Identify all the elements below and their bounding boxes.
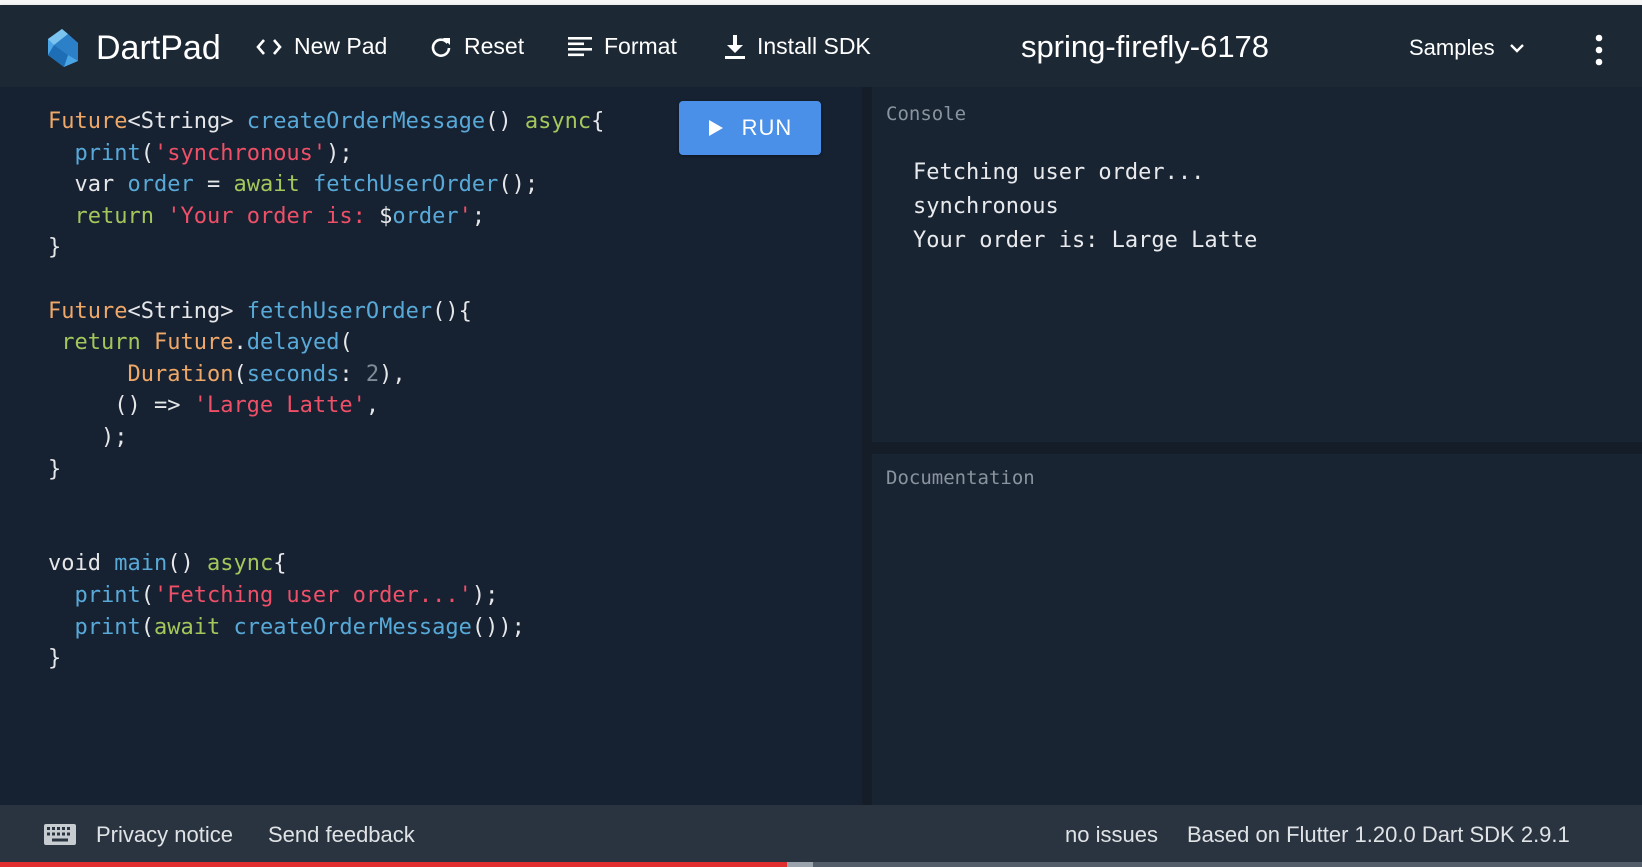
download-icon [725, 34, 745, 59]
code-line: void main() async{ [48, 551, 287, 577]
code-line: print(await createOrderMessage()); [74, 614, 525, 640]
code-line: ); [48, 424, 128, 450]
play-icon [708, 120, 723, 136]
console-line: synchronous [913, 194, 1059, 219]
privacy-notice-link[interactable]: Privacy notice [96, 822, 233, 848]
status-footer: Privacy notice Send feedback no issues B… [0, 805, 1642, 862]
samples-dropdown[interactable]: Samples [1409, 35, 1525, 61]
vertical-splitter[interactable] [862, 87, 872, 805]
documentation-pane [872, 454, 1642, 805]
code-line: } [48, 646, 62, 672]
keyboard-icon[interactable] [44, 824, 76, 845]
video-progress-bar[interactable] [0, 862, 1642, 867]
format-label: Format [604, 33, 677, 59]
samples-label: Samples [1409, 35, 1495, 60]
version-info: Based on Flutter 1.20.0 Dart SDK 2.9.1 [1187, 822, 1570, 847]
issues-status[interactable]: no issues [1065, 822, 1158, 848]
send-feedback-link[interactable]: Send feedback [268, 822, 415, 848]
console-output: Fetching user order... synchronous Your … [913, 156, 1257, 258]
code-line: () => 'Large Latte', [48, 393, 380, 419]
more-vert-icon[interactable] [1590, 33, 1608, 67]
code-line: } [48, 456, 62, 482]
run-label: RUN [741, 115, 793, 140]
horizontal-splitter[interactable] [872, 442, 1642, 454]
format-button[interactable]: Format [568, 33, 677, 60]
code-line: } [48, 235, 62, 261]
code-content[interactable]: Future<String> createOrderMessage() asyn… [48, 106, 604, 675]
install-sdk-button[interactable]: Install SDK [725, 33, 871, 60]
code-line: print('Fetching user order...'); [74, 582, 499, 608]
install-sdk-label: Install SDK [757, 33, 871, 59]
code-line: return Future.delayed( [61, 330, 353, 356]
reset-label: Reset [464, 33, 525, 59]
pad-title[interactable]: spring-firefly-6178 [960, 29, 1330, 65]
console-pane [872, 87, 1642, 442]
new-pad-button[interactable]: New Pad [256, 33, 387, 60]
code-line: print('synchronous'); [74, 140, 353, 166]
app-header: DartPad New Pad Reset Format Install SDK [0, 5, 1642, 87]
dart-logo-icon[interactable] [38, 25, 84, 71]
console-line: Your order is: Large Latte [913, 228, 1258, 253]
code-line: Duration(seconds: 2), [127, 361, 406, 387]
brand-title[interactable]: DartPad [96, 29, 221, 68]
code-line: Future<String> fetchUserOrder(){ [48, 298, 472, 324]
console-line: Fetching user order... [913, 160, 1205, 185]
console-label: Console [886, 103, 967, 125]
format-lines-icon [568, 36, 592, 56]
documentation-label: Documentation [886, 467, 1035, 489]
run-button[interactable]: RUN [679, 101, 821, 155]
code-brackets-icon [256, 38, 282, 55]
code-line: var order = await fetchUserOrder(); [48, 172, 539, 198]
code-line: Future<String> createOrderMessage() asyn… [48, 109, 605, 134]
refresh-icon [431, 37, 451, 57]
progress-buffered [786, 862, 813, 867]
new-pad-label: New Pad [294, 33, 388, 59]
chevron-down-icon [1509, 44, 1524, 53]
progress-played [0, 862, 787, 867]
reset-button[interactable]: Reset [430, 33, 524, 60]
code-line: return 'Your order is: $order'; [74, 203, 486, 229]
